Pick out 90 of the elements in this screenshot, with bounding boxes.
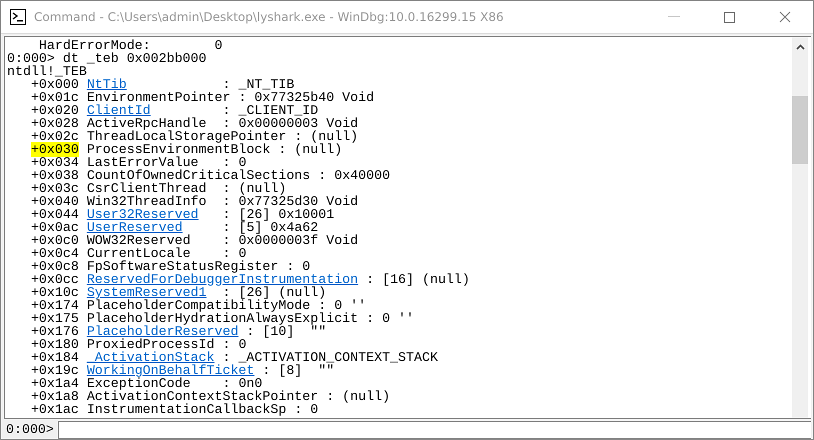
field-link[interactable]: PlaceholderReserved: [86, 324, 238, 339]
field-offset: +0x1a4: [30, 376, 79, 391]
field-name: ProxiedProcessId: [86, 337, 214, 352]
output-line: HardErrorMode: 0: [38, 38, 222, 53]
field-name: CurrentLocale: [86, 246, 191, 261]
field-offset: +0x176: [30, 324, 79, 339]
field-value: : 0: [286, 259, 310, 274]
field-name: ProcessEnvironmentBlock: [86, 142, 270, 157]
field-offset: +0x044: [30, 207, 79, 222]
field-offset: +0x028: [30, 116, 79, 131]
window-title: Command - C:\Users\admin\Desktop\lyshark.exe - WinDbg:10.0.16299.15 X86: [34, 10, 504, 24]
field-name: ThreadLocalStoragePointer: [86, 129, 286, 144]
field-offset: +0x030: [30, 142, 79, 157]
field-value: : 0x77325d30 Void: [222, 194, 358, 209]
field-offset: +0x0ac: [30, 220, 79, 235]
scroll-up-icon[interactable]: [796, 44, 805, 50]
field-link[interactable]: ClientId: [86, 103, 151, 118]
field-value: : _CLIENT_ID: [222, 103, 318, 118]
field-name: ActivationContextStackPointer: [86, 389, 318, 404]
field-value: : 0n0: [222, 376, 262, 391]
field-value: : 0x40000: [318, 168, 390, 183]
field-value: : 0: [222, 246, 246, 261]
field-value: : 0 '': [318, 298, 366, 313]
field-name: Win32ThreadInfo: [86, 194, 207, 209]
field-name: PlaceholderCompatibilityMode: [86, 298, 310, 313]
field-offset: +0x175: [30, 311, 79, 326]
field-offset: +0x0c0: [30, 233, 79, 248]
field-value: : [5] 0x4a62: [222, 220, 318, 235]
field-name: InstrumentationCallbackSp: [86, 402, 286, 417]
field-value: : [8] "": [262, 363, 334, 378]
field-link[interactable]: SystemReserved1: [86, 285, 207, 300]
field-value: : 0: [222, 155, 246, 170]
field-value: : [10] "": [246, 324, 326, 339]
console-icon: [10, 9, 26, 25]
field-offset: +0x174: [30, 298, 79, 313]
field-name: WOW32Reserved: [86, 233, 191, 248]
field-name: PlaceholderHydrationAlwaysExplicit: [86, 311, 358, 326]
field-value: : [26] 0x10001: [222, 207, 334, 222]
field-link[interactable]: NtTib: [86, 77, 127, 92]
field-name: ActiveRpcHandle: [86, 116, 207, 131]
close-icon[interactable]: [779, 11, 791, 23]
field-link[interactable]: UserReserved: [86, 220, 183, 235]
field-offset: +0x03c: [30, 181, 79, 196]
field-value: : 0x0000003f Void: [222, 233, 358, 248]
maximize-icon[interactable]: [724, 12, 735, 22]
prompt-label: 0:000>: [5, 422, 55, 437]
field-value: : 0 '': [366, 311, 414, 326]
field-offset: +0x034: [30, 155, 79, 170]
field-offset: +0x10c: [30, 285, 79, 300]
field-value: : _ACTIVATION_CONTEXT_STACK: [222, 350, 438, 365]
field-value: : [26] (null): [222, 285, 326, 300]
field-value: : (null): [278, 142, 342, 157]
output-line: ntdll!_TEB: [7, 64, 87, 79]
field-offset: +0x1ac: [30, 402, 79, 417]
field-link[interactable]: WorkingOnBehalfTicket: [86, 363, 254, 378]
field-link[interactable]: _ActivationStack: [86, 350, 214, 365]
field-offset: +0x1a8: [30, 389, 79, 404]
scrollbar-thumb[interactable]: [792, 96, 808, 164]
field-offset: +0x19c: [30, 363, 79, 378]
field-name: LastErrorValue: [86, 155, 199, 170]
field-value: : (null): [222, 181, 286, 196]
field-name: CsrClientThread: [86, 181, 207, 196]
field-value: : 0x00000003 Void: [222, 116, 358, 131]
field-value: : (null): [326, 389, 390, 404]
field-offset: +0x02c: [30, 129, 79, 144]
field-offset: +0x180: [30, 337, 79, 352]
field-value: : 0x77325b40 Void: [238, 90, 374, 105]
field-offset: +0x040: [30, 194, 79, 209]
field-offset: +0x020: [30, 103, 79, 118]
field-value: : (null): [294, 129, 358, 144]
field-value: : 0: [222, 337, 246, 352]
field-offset: +0x038: [30, 168, 79, 183]
field-link[interactable]: ReservedForDebuggerInstrumentation: [86, 272, 358, 287]
field-value: : 0: [294, 402, 318, 417]
command-input[interactable]: [58, 420, 811, 438]
field-name: EnvironmentPointer: [86, 90, 230, 105]
field-offset: +0x01c: [30, 90, 79, 105]
field-value: : [16] (null): [366, 272, 470, 287]
field-value: : _NT_TIB: [222, 77, 294, 92]
field-name: ExceptionCode: [86, 376, 191, 391]
field-link[interactable]: User32Reserved: [86, 207, 199, 222]
field-name: CountOfOwnedCriticalSections: [86, 168, 310, 183]
field-offset: +0x184: [30, 350, 79, 365]
scrollbar[interactable]: [792, 37, 808, 418]
output-line: 0:000> dt _teb 0x002bb000: [7, 51, 206, 66]
field-offset: +0x0cc: [30, 272, 79, 287]
field-name: FpSoftwareStatusRegister: [86, 259, 278, 274]
field-offset: +0x0c4: [30, 246, 79, 261]
field-offset: +0x0c8: [30, 259, 79, 274]
field-offset: +0x000: [30, 77, 79, 92]
